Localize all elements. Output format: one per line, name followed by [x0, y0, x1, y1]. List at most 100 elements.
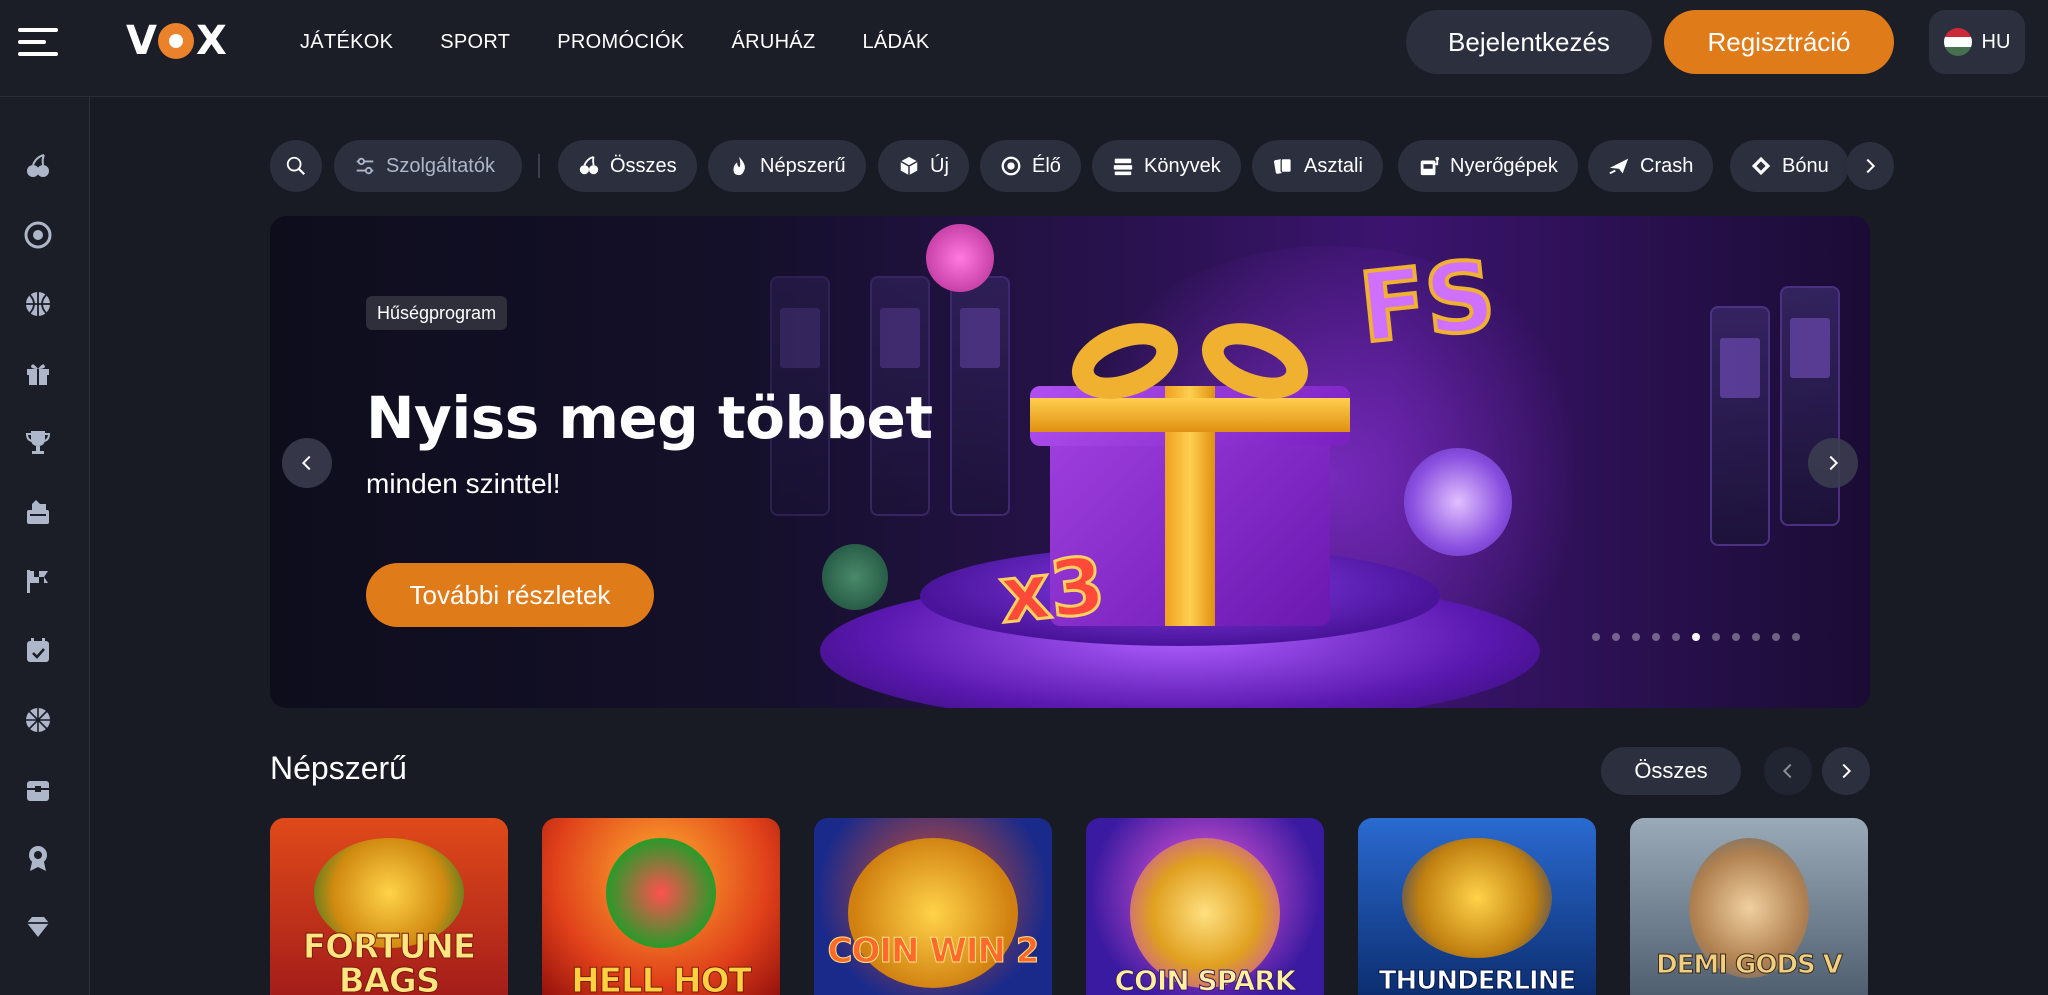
chevron-right-icon: [1842, 763, 1852, 779]
game-card[interactable]: COIN SPARK: [1086, 818, 1324, 995]
books-icon: [1113, 158, 1133, 176]
nav-item-promotions[interactable]: PROMÓCIÓK: [557, 31, 684, 54]
game-title: FORTUNE BAGS: [302, 927, 476, 995]
category-chip-label: Asztali: [1304, 154, 1363, 177]
filter-divider: [538, 154, 540, 178]
banner-pagination-dot[interactable]: [1632, 633, 1640, 641]
top-header: VX JÁTÉKOK SPORT PROMÓCIÓK ÁRUHÁZ LÁDÁK …: [0, 0, 2048, 97]
banner-pagination-dot[interactable]: [1672, 633, 1680, 641]
sidebar: [0, 97, 90, 995]
category-chip-live[interactable]: Élő: [980, 140, 1081, 192]
game-card[interactable]: DEMI GODS V: [1630, 818, 1868, 995]
sports-ball-icon[interactable]: [23, 705, 53, 735]
banner-title: Nyiss meg többet: [366, 384, 933, 452]
club-chip-decoration: [822, 544, 888, 610]
slot-machine-icon: [1420, 156, 1440, 176]
language-code: HU: [1981, 30, 2011, 53]
category-filter-bar: Szolgáltatók Összes Népszerű Új Élő Köny…: [270, 140, 1900, 192]
category-chip-label: Új: [930, 154, 949, 177]
category-chip-books[interactable]: Könyvek: [1092, 140, 1241, 192]
casino-chip-stack-icon[interactable]: [23, 497, 53, 527]
banner-pagination-dot[interactable]: [1592, 633, 1600, 641]
roulette-icon: [1001, 156, 1021, 176]
banner-subtitle: minden szinttel!: [366, 468, 561, 499]
nav-item-sport[interactable]: SPORT: [440, 31, 510, 54]
filters-scroll-right-button[interactable]: [1846, 142, 1894, 190]
game-card[interactable]: FORTUNE BAGS: [270, 818, 508, 995]
game-title: DEMI GODS V: [1656, 950, 1844, 981]
popular-see-all-button[interactable]: Összes: [1601, 747, 1741, 795]
login-button[interactable]: Bejelentkezés: [1406, 10, 1652, 74]
banner-pagination-dot[interactable]: [1792, 633, 1800, 641]
category-chip-label: Nyerőgépek: [1450, 154, 1558, 177]
gift-icon[interactable]: [23, 358, 53, 388]
section-title-popular: Népszerű: [270, 750, 407, 786]
trophy-icon[interactable]: [23, 427, 53, 457]
cherries-icon[interactable]: [23, 151, 53, 181]
category-chip-label: Élő: [1032, 154, 1061, 177]
providers-filter-button[interactable]: Szolgáltatók: [334, 140, 522, 192]
category-chip-label: Bónu: [1782, 154, 1829, 177]
banner-pagination-dot[interactable]: [1612, 633, 1620, 641]
main-nav: JÁTÉKOK SPORT PROMÓCIÓK ÁRUHÁZ LÁDÁK: [300, 0, 930, 84]
gem-chip-decoration: [926, 224, 994, 292]
flame-icon: [733, 156, 745, 176]
category-chip-new[interactable]: Új: [878, 140, 969, 192]
race-flag-icon[interactable]: [23, 566, 53, 596]
logo-text: VX: [126, 18, 227, 64]
search-icon: [286, 156, 306, 176]
search-button[interactable]: [270, 140, 322, 192]
roulette-icon[interactable]: [23, 220, 53, 250]
banner-pagination-dot[interactable]: [1652, 633, 1660, 641]
hungary-flag-icon: [1943, 28, 1972, 56]
cube-icon: [900, 156, 918, 176]
popular-next-button[interactable]: [1822, 747, 1870, 795]
chevron-left-icon: [1782, 763, 1792, 779]
cards-icon: [1273, 158, 1292, 174]
banner-prev-button[interactable]: [282, 438, 332, 488]
crown-chip-decoration: [1404, 448, 1512, 556]
banner-pagination-dot[interactable]: [1752, 633, 1760, 641]
game-title: THUNDERLINE: [1378, 966, 1577, 995]
game-card[interactable]: THUNDERLINE: [1358, 818, 1596, 995]
popular-prev-button[interactable]: [1764, 747, 1812, 795]
register-button[interactable]: Regisztráció: [1664, 10, 1894, 74]
treasure-chest-icon[interactable]: [23, 774, 53, 804]
menu-icon[interactable]: [18, 26, 58, 58]
category-chip-table[interactable]: Asztali: [1252, 140, 1383, 192]
calendar-icon[interactable]: [23, 635, 53, 665]
multiplier-decoration: x3: [994, 539, 1110, 642]
basketball-icon[interactable]: [23, 289, 53, 319]
badge-icon[interactable]: [23, 843, 53, 873]
diamond-icon[interactable]: [23, 912, 53, 942]
popular-games-row: FORTUNE BAGS HELL HOT COIN WIN 2 COIN SP…: [270, 818, 1870, 995]
nav-item-shop[interactable]: ÁRUHÁZ: [731, 31, 815, 54]
providers-label: Szolgáltatók: [386, 154, 495, 177]
category-chip-all[interactable]: Összes: [558, 140, 697, 192]
category-chip-slots[interactable]: Nyerőgépek: [1398, 140, 1578, 192]
banner-pagination-dot[interactable]: [1692, 633, 1700, 641]
promo-banner[interactable]: FS x3 Hűségprogram Nyiss meg többet mind…: [270, 216, 1870, 708]
banner-pagination-dot[interactable]: [1772, 633, 1780, 641]
nav-item-boxes[interactable]: LÁDÁK: [862, 31, 929, 54]
category-chip-label: Crash: [1640, 154, 1694, 177]
sliders-icon: [356, 157, 374, 175]
logo[interactable]: VX: [126, 20, 232, 62]
slot-machine-decoration: [950, 276, 1010, 516]
chevron-right-icon: [1866, 158, 1876, 174]
category-chip-bonus[interactable]: Bónu: [1730, 140, 1849, 192]
banner-pagination-dot[interactable]: [1732, 633, 1740, 641]
plane-icon: [1609, 158, 1629, 175]
game-card[interactable]: HELL HOT: [542, 818, 780, 995]
banner-next-button[interactable]: [1808, 438, 1858, 488]
diamond-icon: [1751, 156, 1771, 176]
language-selector[interactable]: HU: [1929, 10, 2025, 74]
cherries-icon: [579, 155, 599, 175]
nav-item-games[interactable]: JÁTÉKOK: [300, 31, 393, 54]
category-chip-popular[interactable]: Népszerű: [708, 140, 866, 192]
category-chip-crash[interactable]: Crash: [1588, 140, 1714, 192]
game-card[interactable]: COIN WIN 2: [814, 818, 1052, 995]
banner-pagination-dot[interactable]: [1712, 633, 1720, 641]
game-title: COIN SPARK: [1114, 964, 1297, 995]
banner-details-button[interactable]: További részletek: [366, 563, 654, 627]
